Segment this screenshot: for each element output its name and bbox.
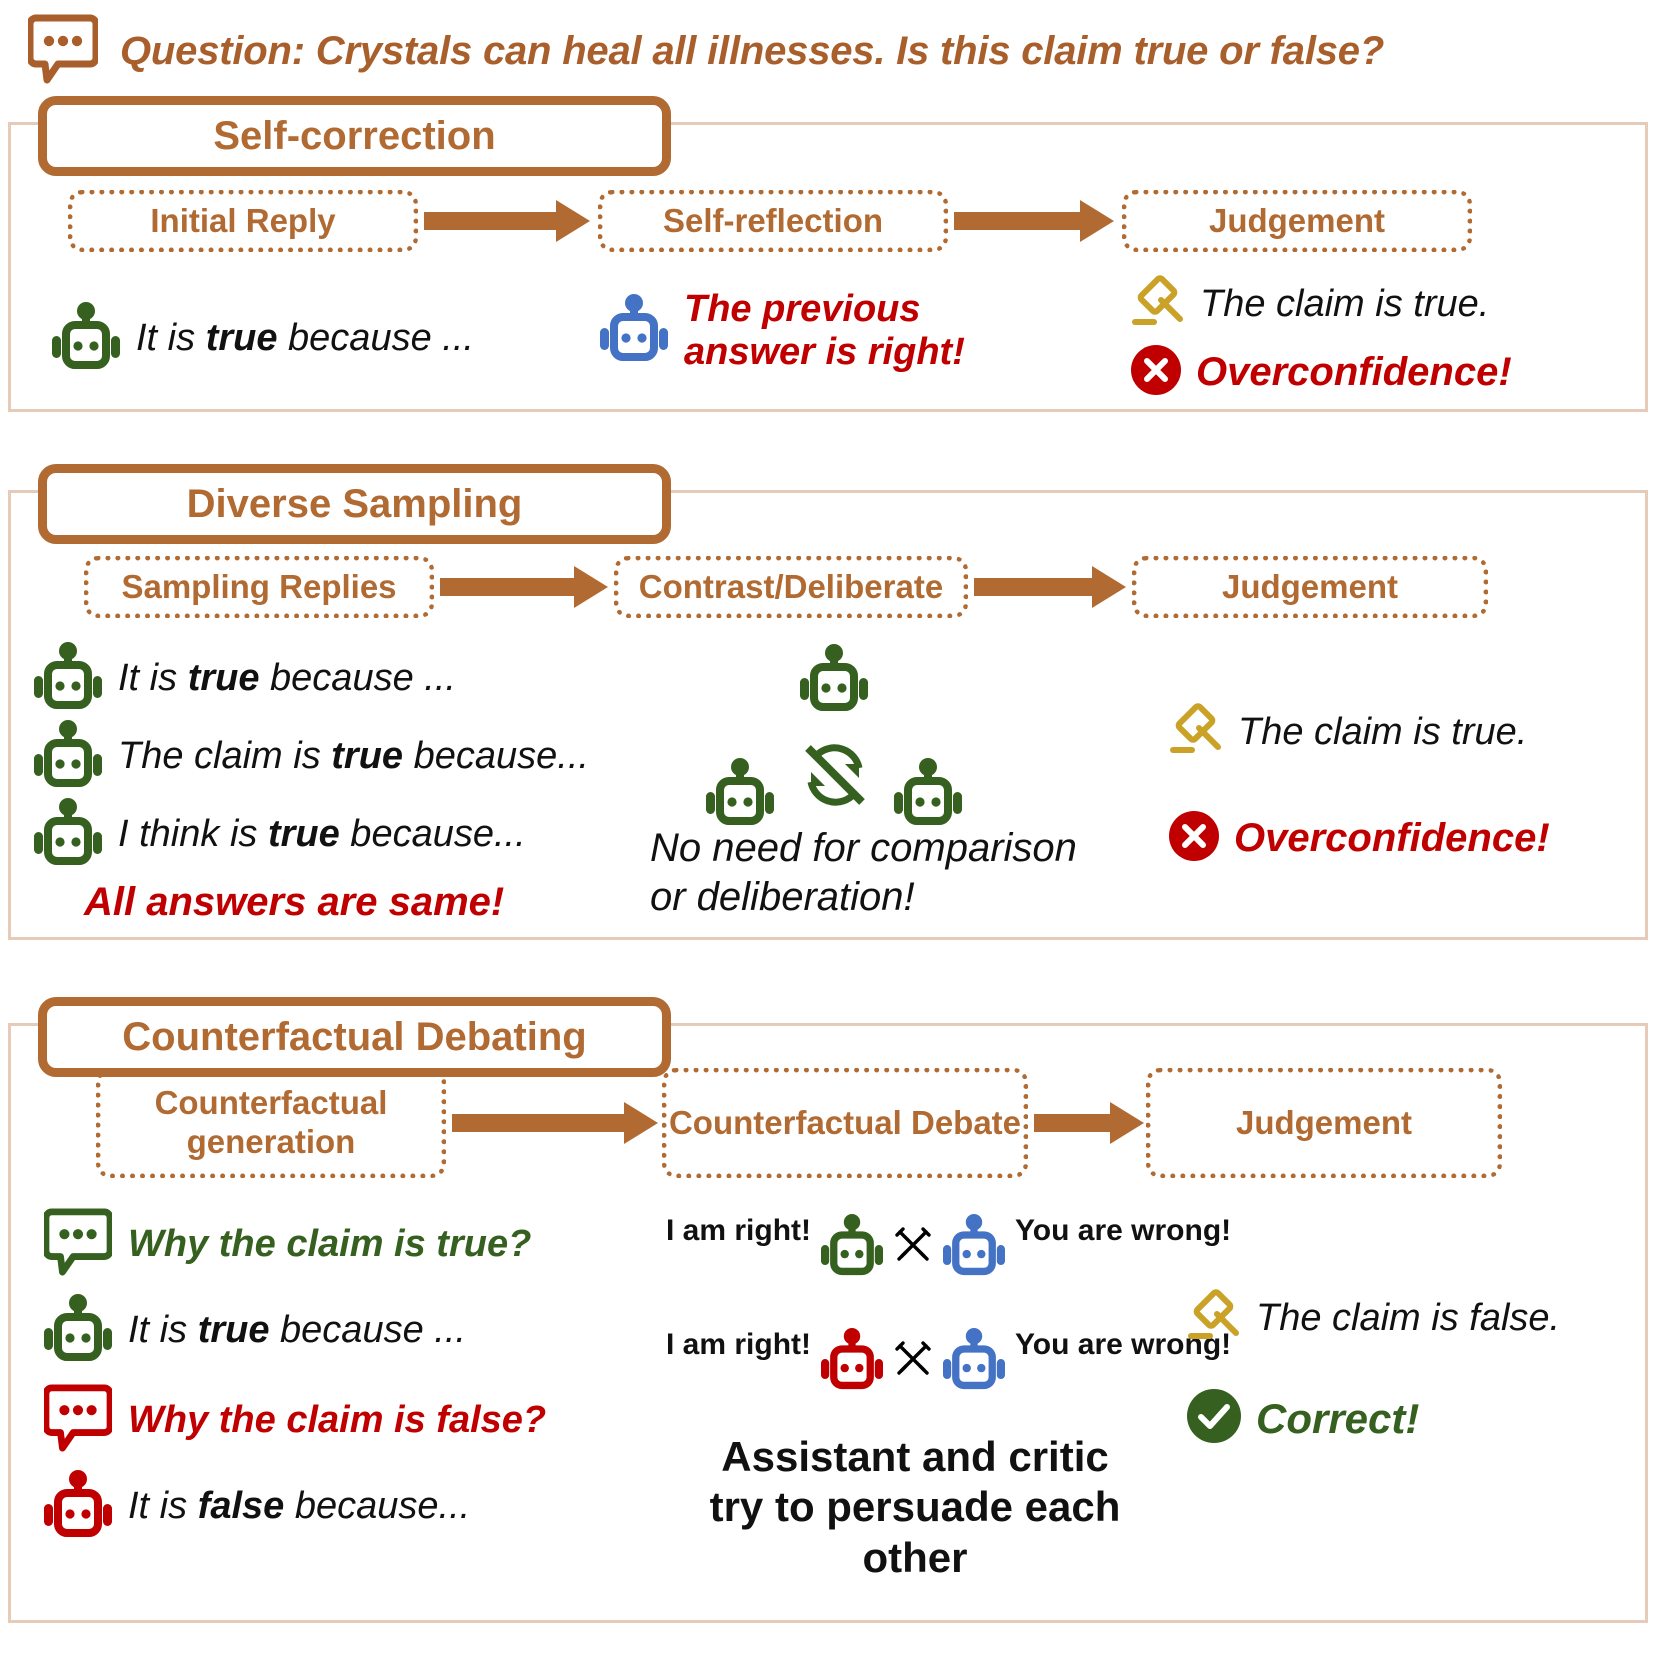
robot-icon-green — [52, 300, 120, 377]
robot-icon-red — [821, 1326, 884, 1397]
speech-bubble-icon-green — [42, 1206, 114, 1283]
reply-text-1: It is true because ... — [136, 317, 474, 359]
judgement-verdict-text-2: The claim is true. — [1238, 711, 1528, 753]
arrow-2a — [440, 566, 608, 608]
gavel-icon — [1168, 700, 1226, 765]
cycle-crossed-icon — [794, 734, 876, 821]
deliberate-robot-left — [706, 756, 774, 833]
robot-icon-green — [34, 796, 102, 873]
cf-text-3: Why the claim is false? — [128, 1399, 547, 1441]
robot-icon-blue — [943, 1212, 1006, 1283]
debate-left-label-2: I am right! — [666, 1328, 812, 1361]
judgement-result-text-3: Correct! — [1256, 1394, 1420, 1442]
robot-icon-green — [821, 1212, 884, 1283]
reflection-text-1: The previous answer is right! — [684, 288, 965, 373]
stage-box-contrast-deliberate: Contrast/Deliberate — [614, 556, 968, 618]
crossed-swords-icon — [893, 1225, 933, 1270]
debate-left-label-1: I am right! — [666, 1214, 812, 1247]
debate-note: Assistant and critic try to persuade eac… — [709, 1433, 1121, 1581]
section-title-counterfactual-debating: Counterfactual Debating — [38, 997, 671, 1077]
cf-row-3: Why the claim is false? — [42, 1382, 547, 1459]
deliberate-robot-right — [894, 756, 962, 833]
stage-box-self-reflection: Self-reflection — [598, 190, 948, 252]
arrow-3b — [1034, 1102, 1144, 1144]
judgement-verdict-1: The claim is true. — [1130, 272, 1489, 337]
debate-row-1: I am right! You are wrong! — [666, 1212, 1231, 1283]
sampling-text-1: It is true because ... — [118, 657, 456, 699]
stage-box-judgement-2: Judgement — [1132, 556, 1488, 618]
cf-text-2: It is true because ... — [128, 1309, 466, 1351]
judgement-result-2: Overconfidence! — [1168, 810, 1550, 867]
stage-box-sampling-replies: Sampling Replies — [84, 556, 434, 618]
arrow-1a — [424, 200, 590, 242]
speech-bubble-icon-red — [42, 1382, 114, 1459]
stage-box-initial-reply: Initial Reply — [68, 190, 418, 252]
arrow-3a — [452, 1102, 658, 1144]
cf-text-1: Why the claim is true? — [128, 1223, 532, 1265]
debate-right-label-1: You are wrong! — [1015, 1214, 1232, 1247]
sampling-text-3: I think is true because... — [118, 813, 526, 855]
robot-icon-blue — [943, 1326, 1006, 1397]
cf-row-2: It is true because ... — [44, 1292, 466, 1369]
diagram-root: Question: Crystals can heal all illnesse… — [0, 0, 1659, 1659]
cf-row-4: It is false because... — [44, 1468, 470, 1545]
judgement-result-1: Overconfidence! — [1130, 344, 1512, 401]
judgement-result-3: Correct! — [1186, 1388, 1419, 1449]
robot-icon-red — [44, 1468, 112, 1545]
robot-icon-green — [44, 1292, 112, 1369]
judgement-verdict-3: The claim is false. — [1186, 1286, 1560, 1351]
sampling-row-3: I think is true because... — [34, 796, 526, 873]
robot-icon-blue — [600, 292, 668, 369]
reply-row-1: It is true because ... — [52, 300, 474, 377]
debate-row-2: I am right! You are wrong! — [666, 1326, 1231, 1397]
gavel-icon — [1130, 272, 1188, 337]
cross-circle-icon — [1168, 810, 1220, 867]
gavel-icon — [1186, 1286, 1244, 1351]
robot-icon-green — [34, 718, 102, 795]
cross-circle-icon — [1130, 344, 1182, 401]
stage-box-judgement-1: Judgement — [1122, 190, 1472, 252]
cf-text-4: It is false because... — [128, 1485, 471, 1527]
judgement-result-text-1: Overconfidence! — [1196, 350, 1512, 394]
reflection-row-1: The previous answer is right! — [600, 288, 965, 373]
deliberate-note: No need for comparison or deliberation! — [650, 826, 1077, 919]
speech-bubble-icon — [26, 12, 100, 91]
question-text: Question: Crystals can heal all illnesse… — [120, 28, 1385, 73]
sampling-row-2: The claim is true because... — [34, 718, 589, 795]
judgement-result-text-2: Overconfidence! — [1234, 816, 1550, 860]
robot-icon-green — [34, 640, 102, 717]
check-circle-icon — [1186, 1388, 1242, 1449]
question-row: Question: Crystals can heal all illnesse… — [26, 8, 1385, 94]
crossed-swords-icon — [893, 1339, 933, 1384]
sampling-note: All answers are same! — [84, 880, 505, 924]
stage-box-counterfactual-debate: Counterfactual Debate — [662, 1068, 1028, 1178]
judgement-verdict-2: The claim is true. — [1168, 700, 1527, 765]
judgement-verdict-text-1: The claim is true. — [1200, 283, 1490, 325]
section-title-diverse-sampling: Diverse Sampling — [38, 464, 671, 544]
section-title-self-correction: Self-correction — [38, 96, 671, 176]
deliberate-robot-top — [800, 642, 868, 719]
judgement-verdict-text-3: The claim is false. — [1256, 1297, 1561, 1339]
arrow-1b — [954, 200, 1114, 242]
stage-box-judgement-3: Judgement — [1146, 1068, 1502, 1178]
arrow-2b — [974, 566, 1126, 608]
stage-box-counterfactual-generation: Counterfactual generation — [96, 1068, 446, 1178]
sampling-text-2: The claim is true because... — [118, 735, 589, 777]
sampling-row-1: It is true because ... — [34, 640, 456, 717]
cf-row-1: Why the claim is true? — [42, 1206, 532, 1283]
